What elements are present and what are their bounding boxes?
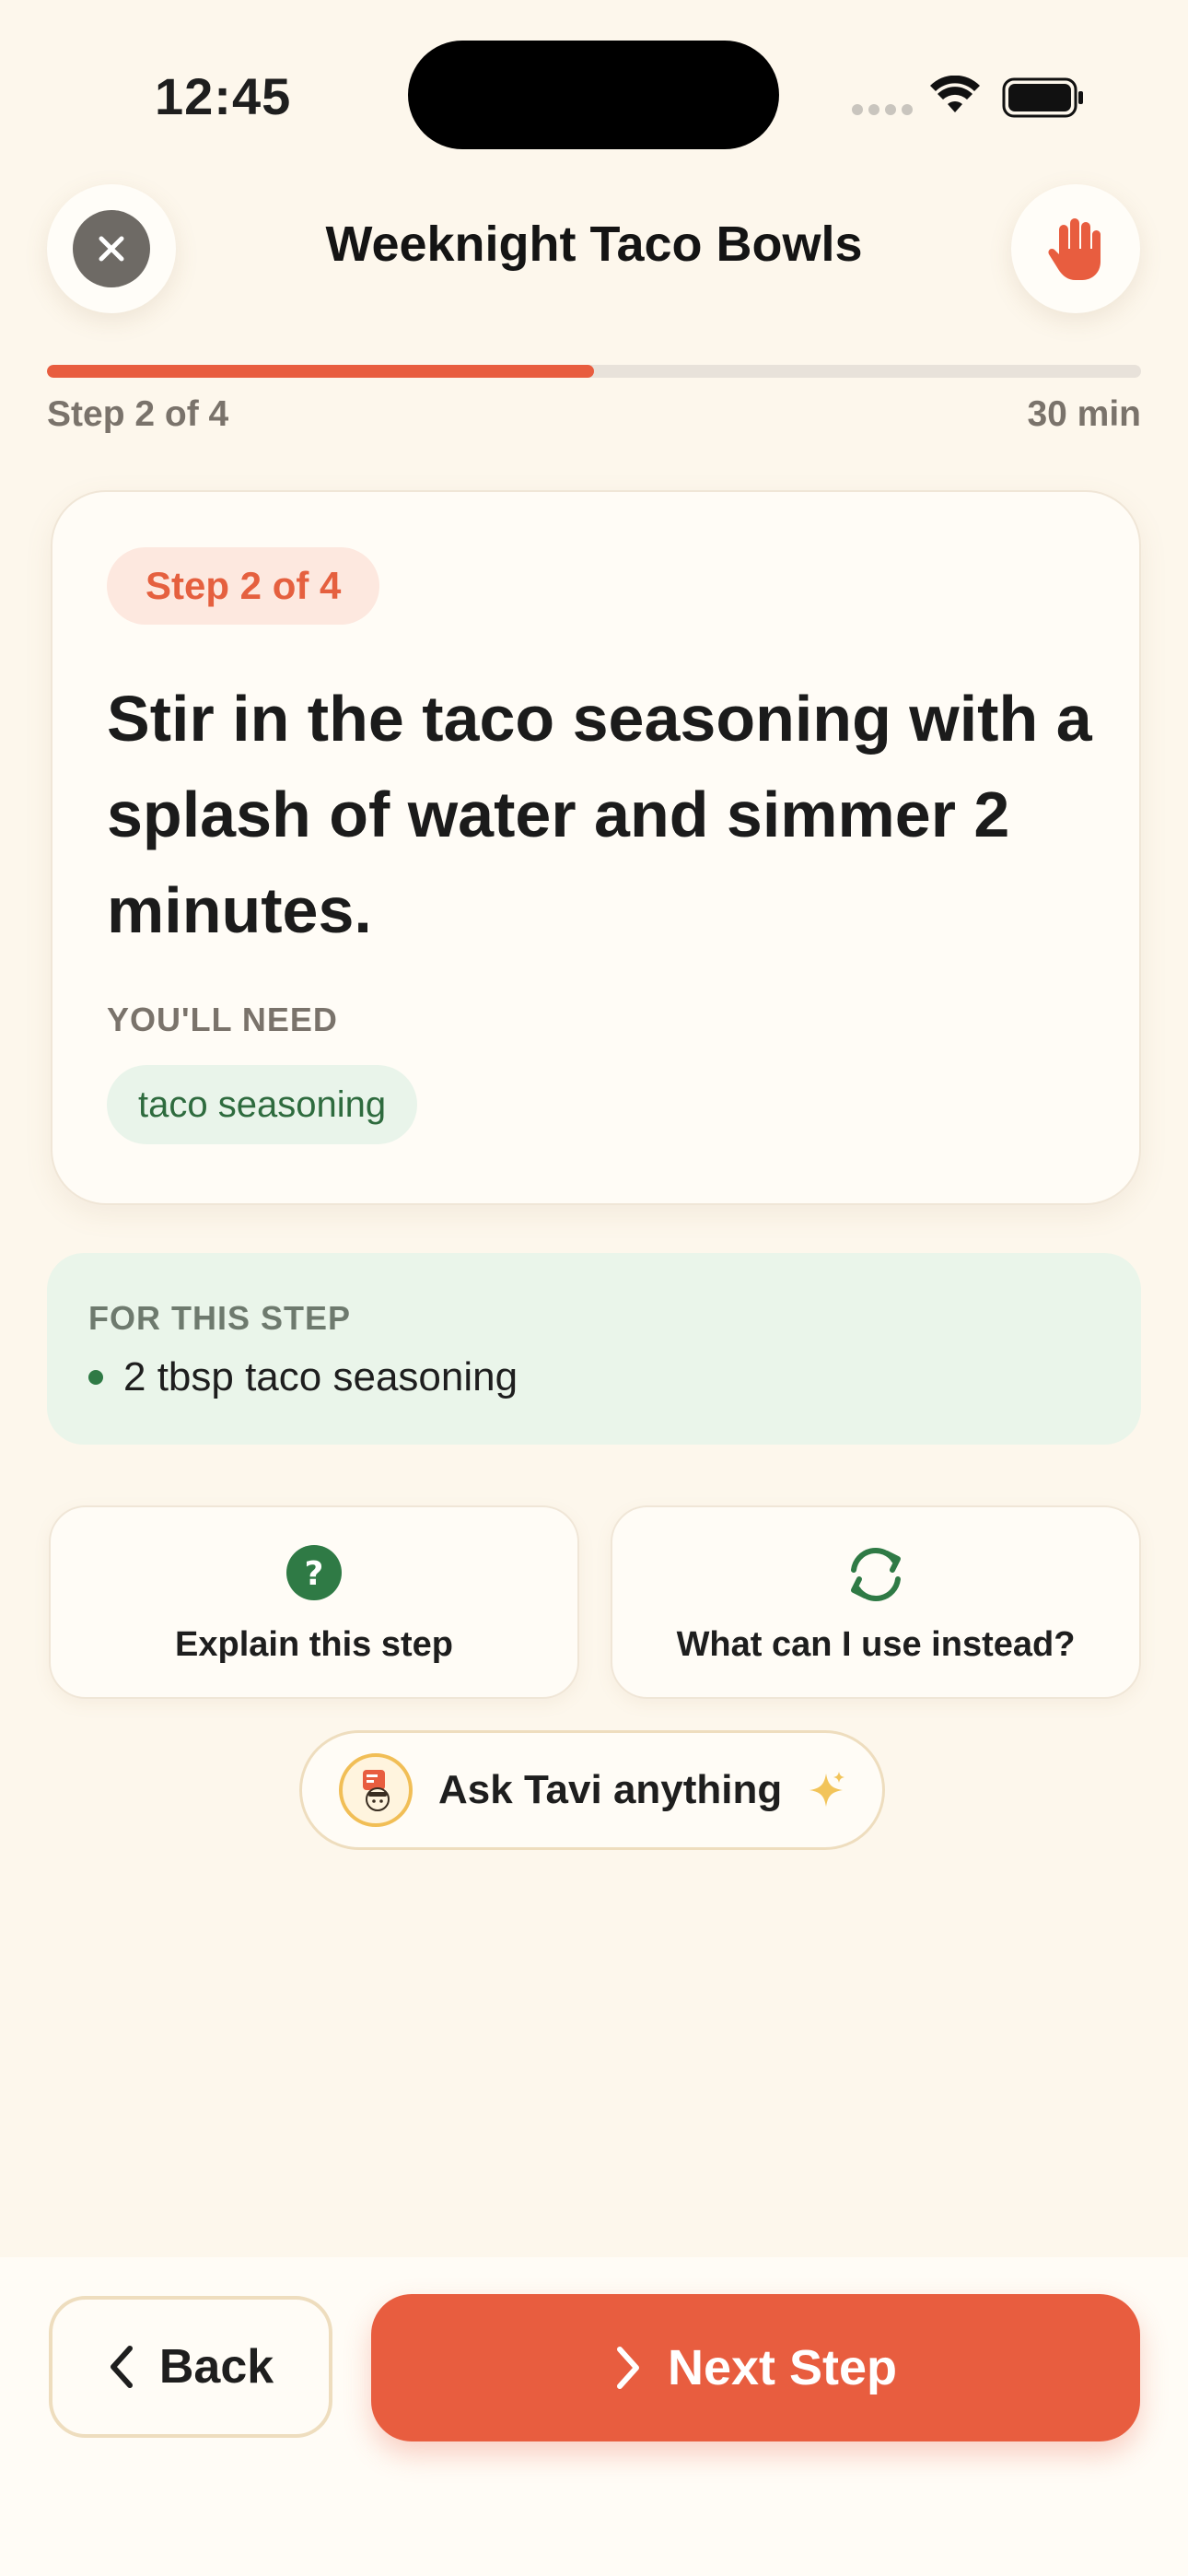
back-label: Back <box>158 2340 274 2394</box>
substitute-button[interactable]: What can I use instead? <box>611 1505 1141 1699</box>
refresh-icon <box>851 1547 901 1602</box>
back-button[interactable]: Back <box>49 2296 332 2438</box>
substitute-label: What can I use instead? <box>676 1625 1076 1664</box>
step-badge: Step 2 of 4 <box>107 547 380 625</box>
cellular-signal-icon <box>852 104 913 115</box>
status-time: 12:45 <box>155 67 292 125</box>
dynamic-island <box>408 41 779 149</box>
progress-bar <box>47 365 1141 378</box>
ask-tavi-button[interactable]: Ask Tavi anything <box>299 1730 885 1850</box>
chef-avatar-icon <box>339 1753 413 1827</box>
ingredient-text: 2 tbsp taco seasoning <box>123 1354 518 1399</box>
hand-stop-icon <box>1048 218 1101 280</box>
step-instruction: Stir in the taco seasoning with a splash… <box>107 683 1092 946</box>
progress-fill <box>47 365 594 378</box>
sparkle-icon <box>806 1770 846 1810</box>
stop-button[interactable] <box>1011 184 1140 313</box>
question-icon: ? <box>286 1545 342 1600</box>
svg-text:?: ? <box>305 1555 324 1593</box>
chevron-left-icon <box>110 2346 133 2388</box>
explain-step-label: Explain this step <box>175 1625 453 1664</box>
ingredient-chip[interactable]: taco seasoning <box>107 1065 418 1144</box>
chevron-right-icon <box>616 2347 639 2389</box>
ask-tavi-label: Ask Tavi anything <box>438 1767 783 1812</box>
bullet-icon <box>88 1370 103 1385</box>
progress-step-text: Step 2 of 4 <box>47 394 229 434</box>
explain-step-button[interactable]: ? Explain this step <box>49 1505 579 1699</box>
for-this-step-label: FOR THIS STEP <box>88 1299 352 1337</box>
wifi-icon <box>930 75 980 119</box>
progress-time-text: 30 min <box>1027 394 1141 434</box>
battery-icon <box>1002 77 1085 123</box>
you-will-need-label: YOU'LL NEED <box>107 1001 338 1038</box>
list-item: 2 tbsp taco seasoning <box>88 1354 518 1400</box>
next-step-label: Next Step <box>667 2340 898 2395</box>
for-this-step-panel <box>47 1253 1141 1445</box>
recipe-title: Weeknight Taco Bowls <box>325 217 863 272</box>
next-step-button[interactable]: Next Step <box>371 2294 1140 2441</box>
